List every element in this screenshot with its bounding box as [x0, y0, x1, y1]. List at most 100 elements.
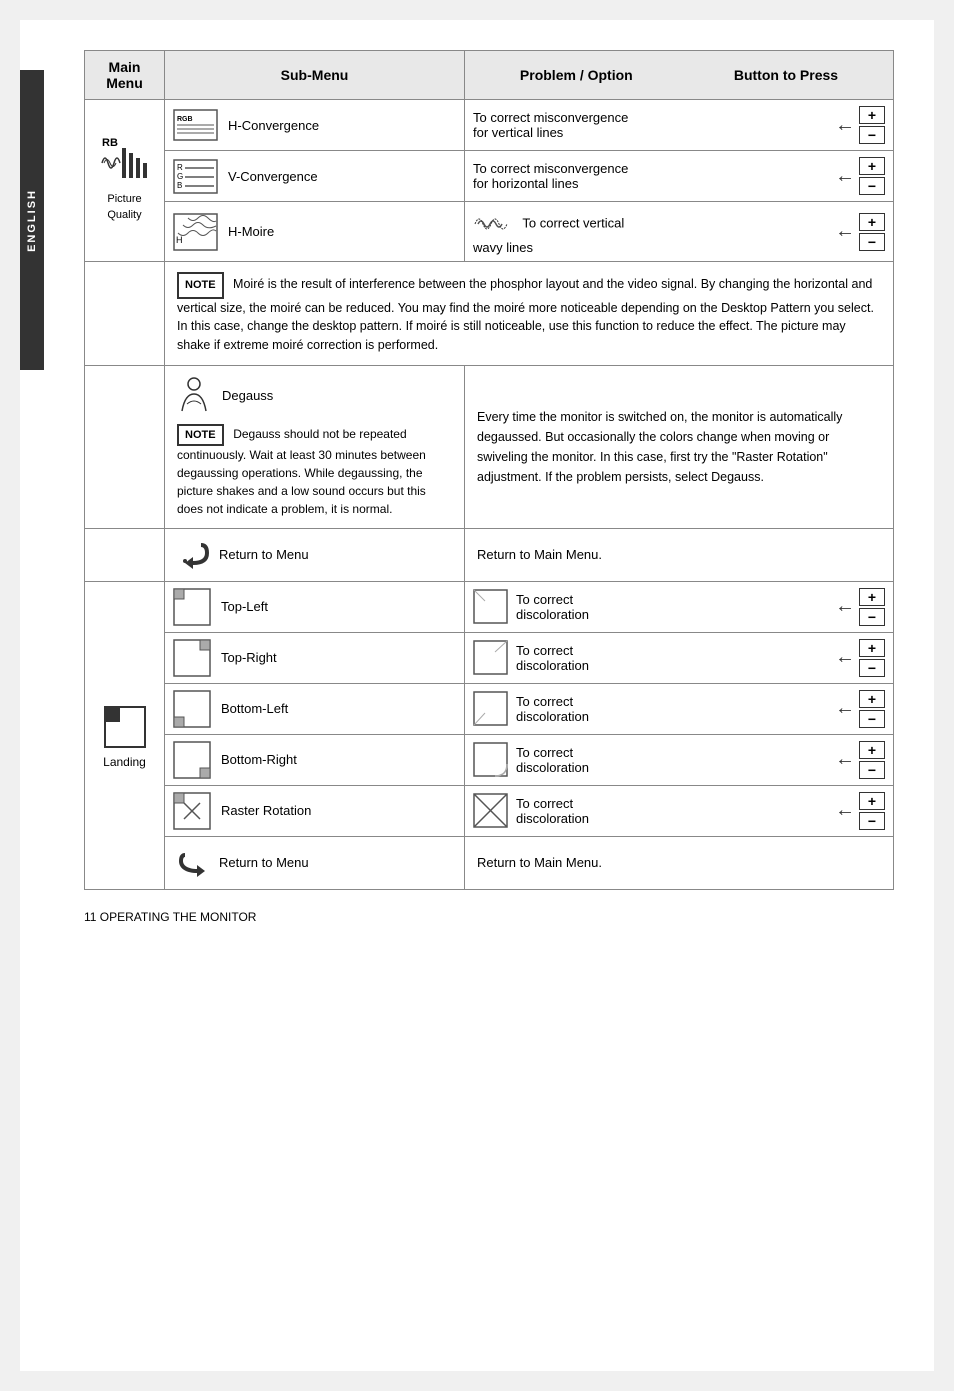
- header-sub-menu: Sub-Menu: [165, 51, 465, 100]
- return-submenu-2: Return to Menu: [165, 836, 465, 889]
- minus-button[interactable]: −: [859, 761, 885, 779]
- plus-button[interactable]: +: [859, 639, 885, 657]
- raster-rotation-problem: To correctdiscoloration ← + −: [465, 785, 894, 836]
- svg-text:H: H: [176, 235, 183, 245]
- raster-rotation-label: Raster Rotation: [221, 803, 311, 818]
- raster-rotation-problem-icon: [473, 793, 508, 828]
- landing-bottom-left-row: Bottom-Left To correctdiscoloration: [85, 683, 894, 734]
- header-problem-option: Problem / Option Button to Press: [465, 51, 894, 100]
- top-right-problem: To correctdiscoloration ← + −: [465, 632, 894, 683]
- v-convergence-submenu: R G B V-Convergence: [165, 151, 465, 202]
- return-problem-1: Return to Main Menu.: [465, 528, 894, 581]
- degauss-problem: Every time the monitor is switched on, t…: [465, 365, 894, 528]
- return-icon-1: [177, 539, 209, 571]
- landing-bottom-right-row: Bottom-Right To correctdiscoloration: [85, 734, 894, 785]
- bottom-left-problem: To correctdiscoloration ← + −: [465, 683, 894, 734]
- return-menu-row-1: Return to Menu Return to Main Menu.: [85, 528, 894, 581]
- plus-button[interactable]: +: [859, 588, 885, 606]
- sidebar-english: ENGLISH: [20, 70, 44, 370]
- bottom-left-label: Bottom-Left: [221, 701, 288, 716]
- return-label-2[interactable]: Return to Menu: [219, 855, 309, 870]
- h-convergence-icon: RGB: [173, 109, 218, 141]
- h-convergence-problem: To correct misconvergencefor vertical li…: [465, 100, 894, 151]
- v-convergence-icon: R G B: [173, 159, 218, 194]
- bottom-right-problem: To correctdiscoloration ← + −: [465, 734, 894, 785]
- landing-label: Landing: [103, 755, 146, 769]
- return-problem-2: Return to Main Menu.: [465, 836, 894, 889]
- bottom-right-icon: [173, 741, 211, 779]
- minus-button[interactable]: −: [859, 177, 885, 195]
- h-convergence-submenu: RGB H-Convergence: [165, 100, 465, 151]
- landing-top-right-row: Top-Right To correctdiscoloration: [85, 632, 894, 683]
- top-left-icon: [173, 588, 211, 626]
- minus-button[interactable]: −: [859, 233, 885, 251]
- footer: 11 OPERATING THE MONITOR: [84, 910, 894, 924]
- h-moire-buttons: ← + −: [835, 213, 885, 251]
- h-moire-icon: H: [173, 213, 218, 251]
- minus-button[interactable]: −: [859, 608, 885, 626]
- svg-text:RGB: RGB: [177, 116, 193, 123]
- bottom-left-icon: [173, 690, 211, 728]
- table-row: H H-Moire: [85, 202, 894, 262]
- minus-button[interactable]: −: [859, 126, 885, 144]
- h-moire-submenu: H H-Moire: [165, 202, 465, 262]
- return-label-1[interactable]: Return to Menu: [219, 547, 309, 562]
- main-table: Main Menu Sub-Menu Problem / Option Butt…: [84, 50, 894, 890]
- return-main-menu-1: Return to Main Menu.: [477, 547, 602, 562]
- v-convergence-label: V-Convergence: [228, 169, 318, 184]
- v-convergence-buttons: ← + −: [835, 157, 885, 195]
- svg-text:B: B: [177, 181, 182, 190]
- note-main-col: [85, 262, 165, 366]
- h-moire-problem: To correct verticalwavy lines ← + −: [465, 202, 894, 262]
- note-text: Moiré is the result of interference betw…: [177, 277, 874, 352]
- return-menu-row-2: Return to Menu Return to Main Menu.: [85, 836, 894, 889]
- return-icon-2: [177, 847, 209, 879]
- return-main-col-1: [85, 528, 165, 581]
- return-submenu-1: Return to Menu: [165, 528, 465, 581]
- plus-button[interactable]: +: [859, 690, 885, 708]
- svg-text:RB: RB: [102, 138, 118, 149]
- top-left-problem-icon: [473, 589, 508, 624]
- degauss-note-label: NOTE: [177, 424, 224, 446]
- minus-button[interactable]: −: [859, 659, 885, 677]
- degauss-row: Degauss NOTE Degauss should not be repea…: [85, 365, 894, 528]
- table-header: Main Menu Sub-Menu Problem / Option Butt…: [85, 51, 894, 100]
- raster-rotation-icon: [173, 792, 211, 830]
- h-convergence-label: H-Convergence: [228, 118, 319, 133]
- bottom-right-problem-icon: [473, 742, 508, 777]
- main-menu-landing: Landing: [85, 581, 165, 889]
- top-left-submenu: Top-Left: [165, 581, 465, 632]
- plus-button[interactable]: +: [859, 106, 885, 124]
- top-left-problem: To correctdiscoloration ← + −: [465, 581, 894, 632]
- moire-note-row: NOTE Moiré is the result of interference…: [85, 262, 894, 366]
- h-moire-label: H-Moire: [228, 224, 274, 239]
- rb-icon: RB: [97, 138, 152, 188]
- degauss-icon: [177, 376, 212, 416]
- h-convergence-buttons: ← + −: [835, 106, 885, 144]
- plus-button[interactable]: +: [859, 213, 885, 231]
- svg-text:R: R: [177, 163, 183, 172]
- top-right-label: Top-Right: [221, 650, 277, 665]
- table-row: R G B V-Convergence To correct misc: [85, 151, 894, 202]
- bottom-right-label: Bottom-Right: [221, 752, 297, 767]
- minus-button[interactable]: −: [859, 812, 885, 830]
- minus-button[interactable]: −: [859, 710, 885, 728]
- svg-text:G: G: [177, 172, 183, 181]
- page: ENGLISH Main Menu Sub-Menu Problem / Opt…: [20, 20, 934, 1371]
- landing-icon: [100, 702, 150, 752]
- bottom-left-problem-icon: [473, 691, 508, 726]
- v-convergence-problem: To correct misconvergencefor horizontal …: [465, 151, 894, 202]
- plus-button[interactable]: +: [859, 157, 885, 175]
- degauss-label: Degauss: [222, 388, 273, 403]
- landing-raster-rotation-row: Raster Rotation To correctdiscoloration: [85, 785, 894, 836]
- top-right-problem-icon: [473, 640, 508, 675]
- plus-button[interactable]: +: [859, 741, 885, 759]
- main-menu-picture-quality: RB PictureQuality: [85, 100, 165, 262]
- bottom-right-submenu: Bottom-Right: [165, 734, 465, 785]
- degauss-main-col: [85, 365, 165, 528]
- top-right-icon: [173, 639, 211, 677]
- note-label: NOTE: [177, 272, 224, 299]
- plus-button[interactable]: +: [859, 792, 885, 810]
- degauss-submenu: Degauss NOTE Degauss should not be repea…: [165, 365, 465, 528]
- top-left-label: Top-Left: [221, 599, 268, 614]
